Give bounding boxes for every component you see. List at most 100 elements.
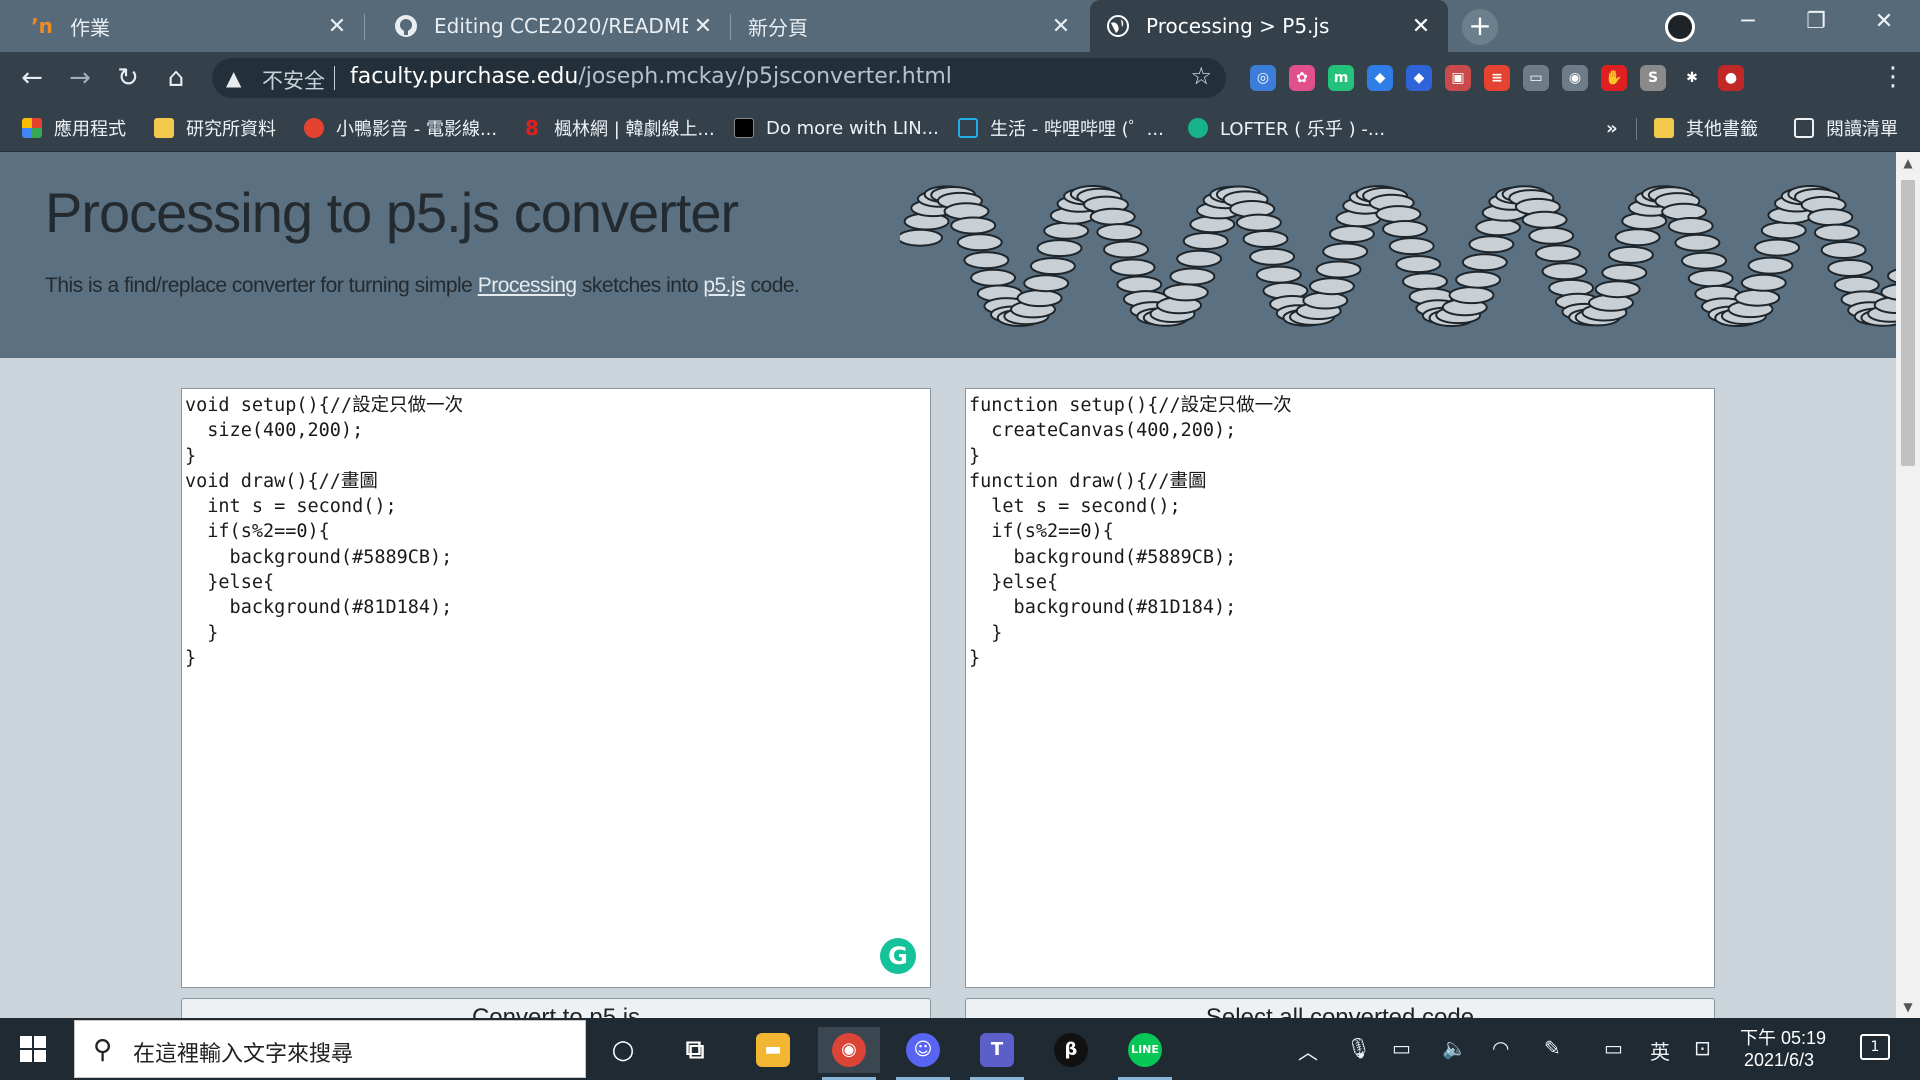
tab-new-tab[interactable]: 新分頁 ✕ — [718, 0, 1088, 52]
tab-processing-p5[interactable]: Processing > P5.js ✕ — [1090, 0, 1448, 52]
touch-keyboard-icon[interactable]: ▭ — [1604, 1036, 1623, 1060]
bookmarks-bar: 應用程式 研究所資料 小鴨影音 - 電影線... 8 楓林網 | 韓劇線上...… — [0, 104, 1920, 152]
chrome-taskbar-button[interactable]: ◉ — [818, 1027, 880, 1080]
address-bar[interactable]: ▲ 不安全 faculty.purchase.edu/joseph.mckay/… — [212, 58, 1226, 98]
line-icon: LINE — [1128, 1033, 1162, 1067]
ext-circle-icon[interactable]: ◎ — [1250, 65, 1276, 91]
discord-taskbar-button[interactable]: ☺ — [892, 1027, 954, 1080]
bookmark-research-folder[interactable]: 研究所資料 — [154, 114, 276, 142]
tab-title: Editing CCE2020/README.md — [434, 14, 688, 38]
battery-icon[interactable]: ▭ — [1392, 1036, 1411, 1060]
ext-todoist-icon[interactable]: ≡ — [1484, 65, 1510, 91]
bookmark-lofter[interactable]: LOFTER ( 乐乎 ) -... — [1188, 114, 1385, 142]
scroll-down-arrow-icon[interactable]: ▼ — [1896, 1000, 1920, 1014]
spring-coil-loop — [970, 268, 1017, 287]
wifi-icon[interactable]: ◠ — [1492, 1036, 1509, 1060]
spring-coil-loop — [1116, 275, 1163, 294]
scroll-up-arrow-icon[interactable]: ▲ — [1896, 156, 1920, 170]
extensions-puzzle-icon[interactable]: ✱ — [1679, 65, 1705, 91]
restore-button[interactable]: ❐ — [1788, 0, 1844, 44]
grammarly-icon[interactable]: G — [880, 938, 916, 974]
tray-overflow-chevron-icon[interactable]: ︿ — [1298, 1036, 1318, 1065]
microphone-icon[interactable]: 🎙 — [1346, 1036, 1371, 1060]
browser-menu-icon[interactable]: ⋮ — [1880, 62, 1906, 92]
bookmark-ifttt[interactable]: Do more with LIN... — [734, 114, 939, 142]
bookmark-duck-video[interactable]: 小鴨影音 - 電影線... — [304, 114, 497, 142]
ext-s-icon[interactable]: S — [1640, 65, 1666, 91]
cortana-taskbar-button[interactable]: ○ — [592, 1027, 654, 1073]
reload-icon[interactable]: ↻ — [110, 60, 146, 96]
profile-avatar-icon[interactable]: ● — [1718, 65, 1744, 91]
bookmarks-overflow-chevron[interactable]: » — [1606, 114, 1618, 142]
file-explorer-taskbar-button[interactable]: ▬ — [742, 1027, 804, 1073]
coil-spring-illustration — [900, 185, 1896, 327]
bookmark-other-folder[interactable]: 其他書籤 — [1654, 114, 1758, 142]
tab-search-icon[interactable] — [1665, 12, 1695, 42]
forward-arrow-icon[interactable]: → — [62, 60, 98, 96]
select-all-button[interactable]: Select all converted code — [965, 998, 1715, 1018]
file-explorer-icon: ▬ — [756, 1033, 790, 1067]
url-text[interactable]: faculty.purchase.edu/joseph.mckay/p5jsco… — [350, 64, 952, 89]
ime-language-indicator[interactable]: 英 — [1650, 1036, 1670, 1065]
tab-assignments[interactable]: ʼn 作業 ✕ — [0, 0, 364, 52]
warning-triangle-icon[interactable]: ▲ — [226, 66, 248, 90]
tab-title: 新分頁 — [748, 15, 808, 40]
ext-note-icon[interactable]: ▣ — [1445, 65, 1471, 91]
spring-coil-loop — [1255, 265, 1302, 284]
close-tab-icon[interactable]: ✕ — [688, 14, 718, 39]
spring-coil-loop — [1455, 270, 1502, 289]
line-taskbar-button[interactable]: LINE — [1114, 1027, 1176, 1080]
page-scrollbar[interactable]: ▲ ▼ — [1896, 152, 1920, 1018]
convert-button[interactable]: Convert to p5.js — [181, 998, 931, 1018]
ime-mode-icon[interactable]: ⊡ — [1694, 1036, 1711, 1060]
ext-window-icon[interactable]: ▭ — [1523, 65, 1549, 91]
new-tab-button[interactable]: + — [1462, 9, 1498, 45]
task-view-taskbar-button[interactable]: ⧉ — [664, 1027, 726, 1073]
ext-m-icon[interactable]: m — [1328, 65, 1354, 91]
duck-video-icon — [304, 118, 324, 138]
bookmark-apps[interactable]: 應用程式 — [22, 114, 126, 142]
p5-app-taskbar-button[interactable]: β — [1040, 1027, 1102, 1073]
taskbar-search-box[interactable]: ⚲ 在這裡輸入文字來搜尋 — [74, 1020, 586, 1078]
maple-8-icon: 8 — [525, 116, 539, 140]
spring-coil-loop — [1395, 255, 1442, 274]
spring-coil-loop — [1667, 217, 1714, 235]
tab-title: Processing > P5.js — [1146, 14, 1330, 38]
minimize-button[interactable]: ─ — [1720, 0, 1776, 44]
bookmark-star-icon[interactable]: ☆ — [1190, 62, 1212, 90]
teams-taskbar-button[interactable]: T — [966, 1027, 1028, 1080]
spring-coil-loop — [1820, 241, 1867, 259]
pen-icon[interactable]: ✎ — [1544, 1036, 1561, 1060]
p5js-code-output[interactable]: function setup(){//設定只做一次 createCanvas(4… — [965, 388, 1715, 988]
spring-coil-loop — [1176, 249, 1223, 268]
reading-list-icon — [1794, 118, 1814, 138]
volume-icon[interactable]: 🔈 — [1442, 1036, 1467, 1060]
bookmark-maple-drama[interactable]: 8 楓林網 | 韓劇線上... — [522, 114, 715, 142]
p5js-link[interactable]: p5.js — [703, 274, 745, 297]
ext-camera-icon[interactable]: ◉ — [1562, 65, 1588, 91]
insecure-label[interactable]: 不安全 — [262, 65, 325, 95]
clock-date[interactable]: 2021/6/3 — [1744, 1050, 1814, 1071]
windows-start-icon[interactable] — [20, 1036, 46, 1062]
tab-github[interactable]: Editing CCE2020/README.md ✕ — [364, 0, 730, 52]
ext-cube-icon[interactable]: ◆ — [1406, 65, 1432, 91]
ext-diamond-icon[interactable]: ◆ — [1367, 65, 1393, 91]
notification-center-icon[interactable]: 1 — [1860, 1034, 1890, 1060]
close-tab-icon[interactable]: ✕ — [1406, 14, 1436, 39]
close-tab-icon[interactable]: ✕ — [1046, 14, 1076, 39]
window-close-button[interactable]: ✕ — [1856, 0, 1912, 44]
back-arrow-icon[interactable]: ← — [14, 60, 50, 96]
spring-coil-loop — [1382, 220, 1428, 238]
bookmark-bilibili[interactable]: 生活 - 哔哩哔哩 (゜... — [958, 114, 1164, 142]
scroll-thumb[interactable] — [1901, 180, 1915, 466]
chrome-icon: ◉ — [832, 1033, 866, 1067]
close-tab-icon[interactable]: ✕ — [322, 14, 352, 39]
clock-time[interactable]: 下午 05:19 — [1740, 1024, 1826, 1050]
processing-link[interactable]: Processing — [478, 274, 577, 297]
cortana-icon: ○ — [611, 1035, 635, 1065]
processing-code-input[interactable]: void setup(){//設定只做一次 size(400,200); } v… — [181, 388, 931, 988]
ext-color-wheel-icon[interactable]: ✿ — [1289, 65, 1315, 91]
home-icon[interactable]: ⌂ — [158, 60, 194, 96]
reading-list[interactable]: 閱讀清單 — [1794, 114, 1898, 142]
ext-stop-hand-icon[interactable]: ✋ — [1601, 65, 1627, 91]
